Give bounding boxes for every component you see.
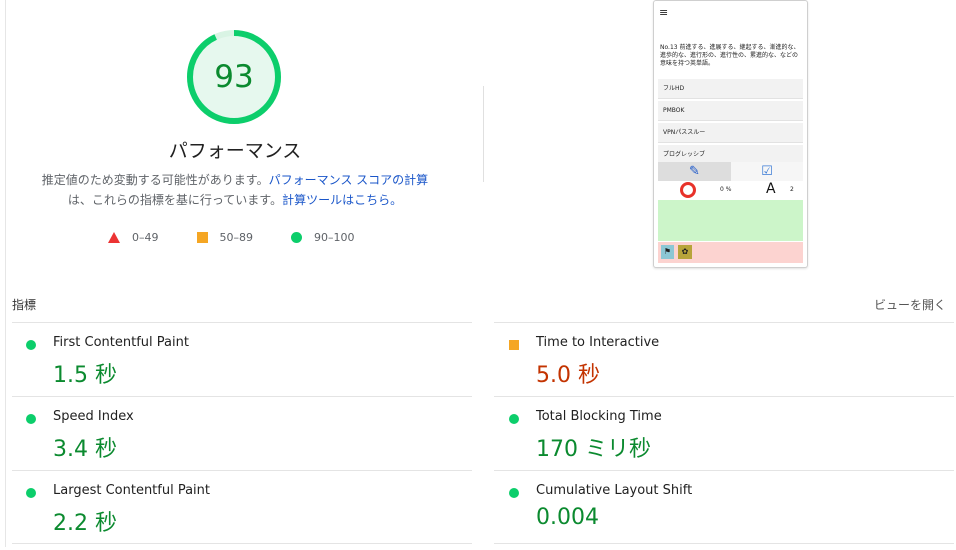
thumbnail-link-item: VPNパススルー	[658, 123, 803, 143]
metric-value: 1.5 秒	[53, 363, 117, 388]
description-text: 推定値のため変動する可能性があります。	[41, 173, 269, 187]
metric-name: Total Blocking Time	[536, 409, 662, 424]
legend-label-fail: 0–49	[132, 230, 159, 244]
thumbnail-tools: ✎ ☑ 0 % A 2	[658, 162, 803, 198]
metrics-title: 指標	[12, 298, 37, 312]
circle-pass-icon	[291, 231, 302, 243]
thumbnail-green-block	[658, 200, 803, 241]
legend-item-fail: 0–49	[108, 231, 159, 244]
metric-first-contentful-paint: First Contentful Paint 1.5 秒	[26, 330, 466, 402]
emoji-icon: ⚑	[661, 245, 674, 259]
metric-value: 5.0 秒	[536, 363, 600, 388]
metric-name: Speed Index	[53, 409, 134, 424]
calculator-link[interactable]: 計算ツールはこちら。	[282, 193, 402, 207]
divider	[494, 322, 954, 323]
metric-value: 170 ミリ秒	[536, 437, 651, 462]
metric-rating-icon	[509, 340, 519, 350]
vertical-divider	[483, 86, 484, 182]
metric-name: First Contentful Paint	[53, 335, 189, 350]
divider	[12, 543, 472, 544]
orange-square-icon	[509, 340, 519, 350]
metric-largest-contentful-paint: Largest Contentful Paint 2.2 秒	[26, 478, 466, 550]
score-legend: 0–49 50–89 90–100	[108, 229, 393, 245]
green-circle-icon	[26, 340, 36, 350]
expand-view-toggle[interactable]: ビューを開く	[874, 296, 946, 313]
metric-value: 2.2 秒	[53, 511, 117, 536]
circle-icon	[680, 182, 696, 198]
thumbnail-link-list: フルHD PMBOK VPNパススルー プログレッシブ	[658, 79, 803, 167]
metric-rating-icon	[509, 488, 519, 498]
divider	[494, 543, 954, 544]
legend-label-pass: 90–100	[314, 230, 355, 244]
metric-name: Cumulative Layout Shift	[536, 483, 693, 498]
green-circle-icon	[26, 414, 36, 424]
thumbnail-count: 2	[790, 186, 794, 193]
metric-rating-icon	[26, 488, 36, 498]
divider	[12, 470, 472, 471]
divider	[12, 322, 472, 323]
metric-cumulative-layout-shift: Cumulative Layout Shift 0.004	[509, 478, 949, 550]
metric-value: 0.004	[536, 505, 599, 530]
square-average-icon	[196, 231, 208, 243]
metric-rating-icon	[509, 414, 519, 424]
thumbnail-percent: 0 %	[720, 186, 732, 193]
legend-item-pass: 90–100	[291, 231, 355, 244]
metric-rating-icon	[26, 414, 36, 424]
thumbnail-red-block: ⚑ ✿	[658, 242, 803, 263]
checkbox-icon: ☑	[731, 162, 803, 181]
metrics-header: 指標 ビューを開く	[12, 290, 952, 320]
green-circle-icon	[509, 488, 519, 498]
performance-score-gauge: 93	[184, 27, 284, 127]
thumbnail-article-text: No.13 前進する、進展する、継起する、漸進的な、進歩的な、進行形の、進行性の…	[660, 44, 800, 67]
metric-rating-icon	[26, 340, 36, 350]
score-calculation-link[interactable]: パフォーマンス スコアの計算	[269, 173, 429, 187]
green-circle-icon	[26, 488, 36, 498]
metric-name: Largest Contentful Paint	[53, 483, 211, 498]
left-border	[5, 0, 6, 547]
performance-score-value: 93	[214, 59, 254, 95]
metric-speed-index: Speed Index 3.4 秒	[26, 404, 466, 476]
divider	[494, 396, 954, 397]
metric-total-blocking-time: Total Blocking Time 170 ミリ秒	[509, 404, 949, 476]
metric-time-to-interactive: Time to Interactive 5.0 秒	[509, 330, 949, 402]
metric-name: Time to Interactive	[536, 335, 660, 350]
thumbnail-link-item: PMBOK	[658, 101, 803, 121]
green-circle-icon	[509, 414, 519, 424]
divider	[12, 396, 472, 397]
divider	[494, 470, 954, 471]
final-screenshot-thumbnail[interactable]: ≡ No.13 前進する、進展する、継起する、漸進的な、進歩的な、進行形の、進行…	[653, 0, 808, 268]
hamburger-menu-icon: ≡	[659, 6, 669, 19]
metric-value: 3.4 秒	[53, 437, 117, 462]
pencil-icon: ✎	[658, 162, 731, 181]
emoji-icon: ✿	[678, 245, 692, 259]
performance-title: パフォーマンス	[168, 140, 302, 162]
legend-item-average: 50–89	[196, 230, 254, 244]
thumbnail-link-item: フルHD	[658, 79, 803, 99]
thumbnail-letter: A	[766, 181, 776, 197]
legend-label-average: 50–89	[219, 230, 254, 244]
description-mid-text: は、これらの指標を基に行っています。	[67, 193, 283, 207]
score-description: 推定値のため変動する可能性があります。パフォーマンス スコアの計算 は、これらの…	[20, 170, 450, 210]
triangle-fail-icon	[108, 231, 120, 243]
